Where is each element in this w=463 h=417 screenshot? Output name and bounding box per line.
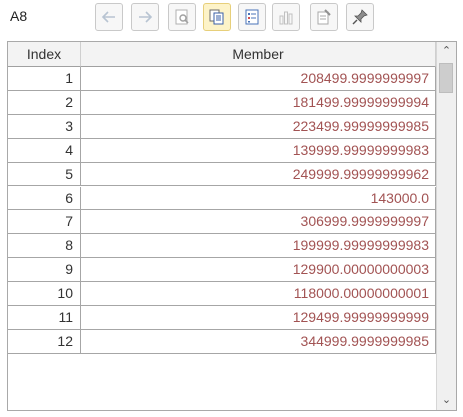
table-row[interactable]: 11 129499.99999999999: [8, 306, 436, 330]
scrollbar-thumb[interactable]: [439, 63, 453, 93]
row-index-cell[interactable]: 6: [8, 186, 81, 211]
forward-icon: [139, 11, 153, 23]
member-value-cell[interactable]: 143000.0: [81, 186, 436, 211]
preview-button[interactable]: [168, 3, 196, 31]
table-row[interactable]: 12 344999.9999999985: [8, 329, 436, 354]
table-row[interactable]: 4 139999.99999999983: [8, 138, 436, 163]
table-row[interactable]: 9 129900.00000000003: [8, 258, 436, 283]
list-view-icon: [245, 9, 259, 25]
table-row[interactable]: 8 199999.99999999983: [8, 234, 436, 259]
row-index-cell[interactable]: 1: [8, 67, 81, 91]
forward-button[interactable]: [131, 3, 159, 31]
row-index-cell[interactable]: 7: [8, 210, 81, 235]
row-index-cell[interactable]: 8: [8, 234, 81, 259]
row-index-cell[interactable]: 12: [8, 329, 81, 354]
scroll-up-arrow-icon[interactable]: ⌃: [437, 42, 456, 61]
vertical-scrollbar[interactable]: ⌃ ⌄: [436, 42, 456, 410]
preview-icon: [175, 9, 189, 25]
column-header-member[interactable]: Member: [81, 42, 436, 67]
table-row[interactable]: 6 143000.0: [8, 186, 436, 211]
row-index-cell[interactable]: 9: [8, 258, 81, 283]
table-row[interactable]: 3 223499.99999999985: [8, 114, 436, 139]
row-index-cell[interactable]: 11: [8, 306, 81, 330]
table-row[interactable]: 2 181499.99999999994: [8, 90, 436, 115]
member-value-cell[interactable]: 199999.99999999983: [81, 234, 436, 259]
list-view-button[interactable]: [238, 3, 266, 31]
result-table: Index Member 1 208499.9999999997 2 181499.9…: [7, 41, 457, 411]
chart-icon: [279, 11, 293, 25]
member-value-cell[interactable]: 139999.99999999983: [81, 138, 436, 163]
row-index-cell[interactable]: 10: [8, 282, 81, 306]
member-value-cell[interactable]: 208499.9999999997: [81, 67, 436, 91]
table-row[interactable]: 10 118000.00000000001: [8, 282, 436, 306]
table-row[interactable]: 1 208499.9999999997: [8, 67, 436, 91]
column-header-index[interactable]: Index: [8, 42, 81, 67]
member-value-cell[interactable]: 118000.00000000001: [81, 282, 436, 306]
properties-icon: [317, 9, 331, 25]
chart-button[interactable]: [272, 3, 300, 31]
row-index-cell[interactable]: 3: [8, 114, 81, 139]
copy-button[interactable]: [203, 3, 231, 31]
back-button[interactable]: [95, 3, 123, 31]
member-value-cell[interactable]: 306999.9999999997: [81, 210, 436, 235]
row-index-cell[interactable]: 4: [8, 138, 81, 163]
table-row[interactable]: 5 249999.99999999962: [8, 162, 436, 187]
member-value-cell[interactable]: 129499.99999999999: [81, 306, 436, 330]
row-index-cell[interactable]: 5: [8, 162, 81, 187]
member-value-cell[interactable]: 129900.00000000003: [81, 258, 436, 283]
member-value-cell[interactable]: 249999.99999999962: [81, 162, 436, 187]
pin-icon: [352, 9, 368, 25]
table-row[interactable]: 7 306999.9999999997: [8, 210, 436, 235]
back-icon: [101, 11, 115, 23]
member-value-cell[interactable]: 344999.9999999985: [81, 329, 436, 354]
member-value-cell[interactable]: 181499.99999999994: [81, 90, 436, 115]
properties-button[interactable]: [310, 3, 338, 31]
copy-icon: [209, 9, 224, 25]
scroll-down-arrow-icon[interactable]: ⌄: [437, 391, 456, 410]
row-index-cell[interactable]: 2: [8, 90, 81, 115]
cell-reference: A8: [10, 8, 28, 24]
member-value-cell[interactable]: 223499.99999999985: [81, 114, 436, 139]
toolbar: A8: [0, 0, 463, 36]
pin-button[interactable]: [346, 3, 374, 31]
